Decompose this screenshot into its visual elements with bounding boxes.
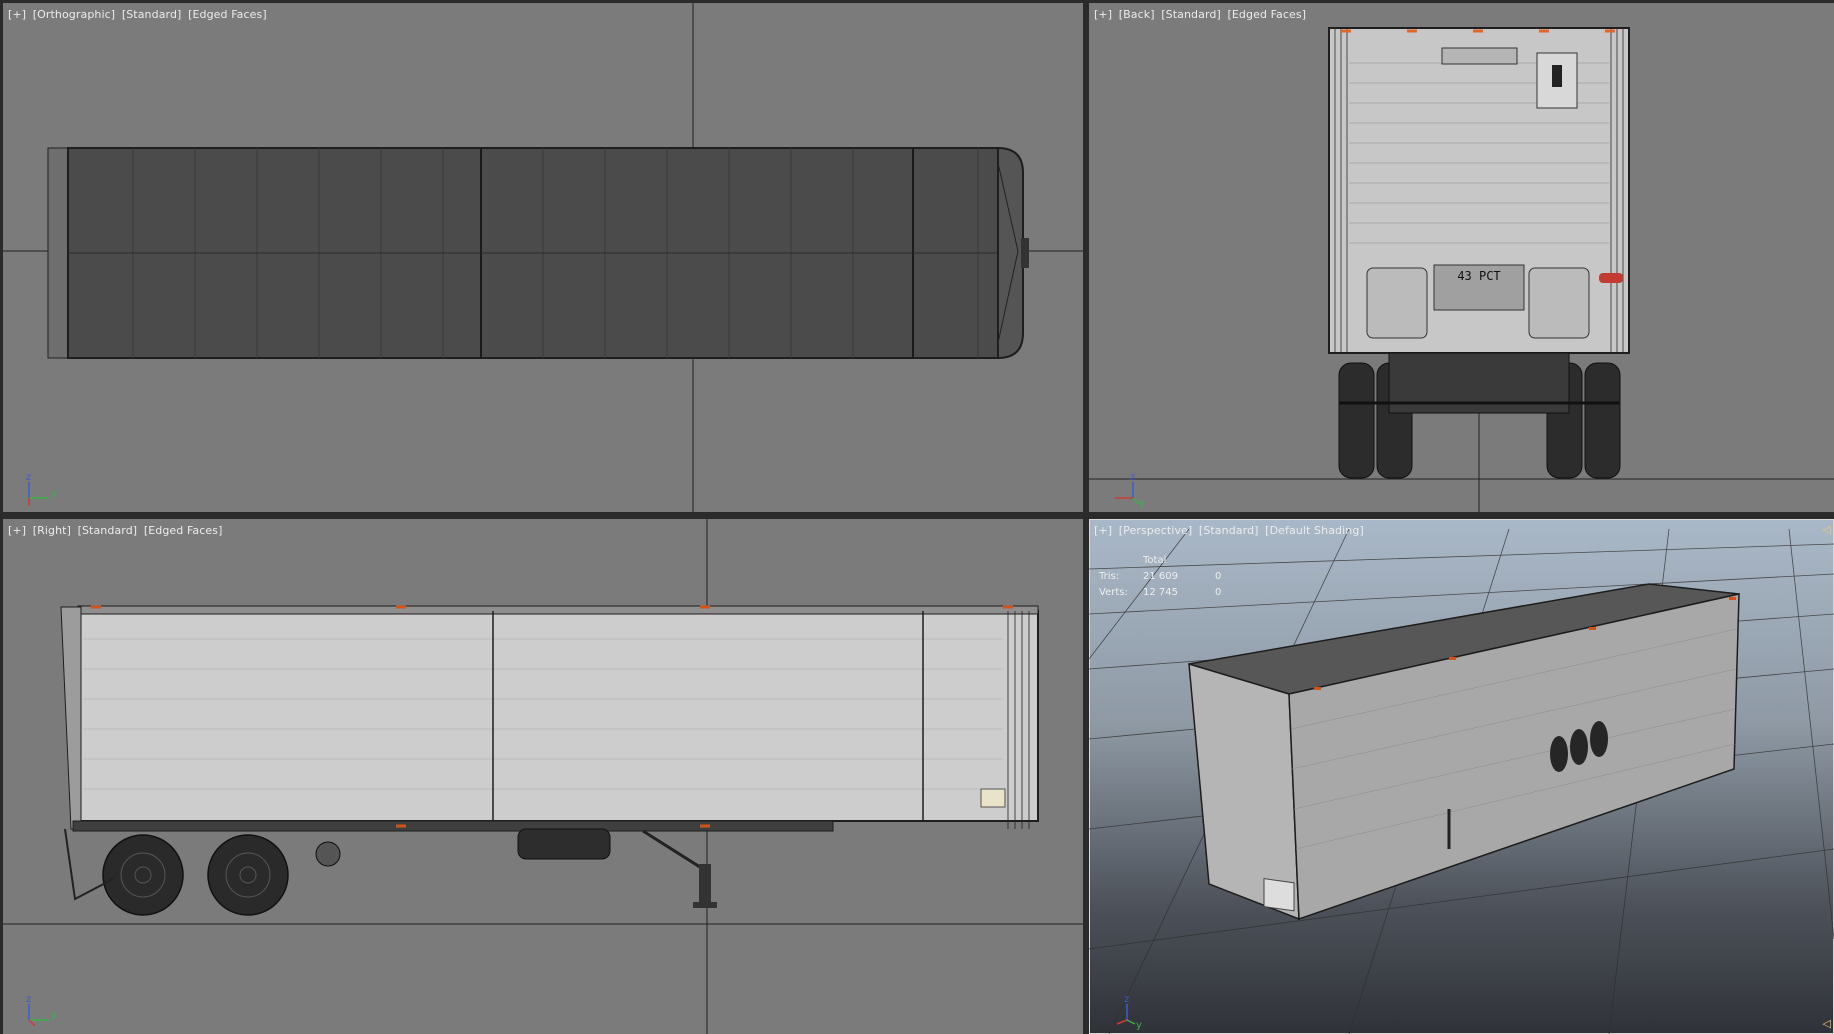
axis-gizmo: z y <box>23 990 63 1030</box>
viewport-perspective[interactable]: [+] [Perspective] [Standard] [Default Sh… <box>1089 519 1834 1034</box>
scene-statistics: Total Tris: 21 609 0 Verts: 12 745 0 <box>1099 552 1235 600</box>
trailer-side-view <box>3 519 1083 1034</box>
axis-a-label: z <box>26 472 31 483</box>
viewport-top-orthographic[interactable]: [+] [Orthographic] [Standard] [Edged Fac… <box>3 3 1083 512</box>
viewport-right[interactable]: [+] [Right] [Standard] [Edged Faces] z y <box>3 519 1083 1034</box>
axis-b-label: y <box>51 1010 57 1021</box>
viewport-shading-menu[interactable]: [Standard] <box>1199 524 1259 537</box>
stats-header: Total <box>1143 554 1167 566</box>
viewport-menu-plus[interactable]: [+] <box>1094 524 1112 537</box>
viewport-back[interactable]: [+] [Back] [Standard] [Edged Faces] 43 P… <box>1089 3 1834 512</box>
viewport-label: [+] [Perspective] [Standard] [Default Sh… <box>1094 524 1367 537</box>
stats-tris-selected: 0 <box>1215 570 1222 582</box>
stats-verts-selected: 0 <box>1215 586 1222 598</box>
stats-verts-value: 12 745 <box>1143 586 1178 598</box>
stats-verts-label: Verts: <box>1099 586 1128 598</box>
license-plate-text: 43 PCT <box>1457 269 1500 283</box>
trailer-top-view <box>3 3 1083 512</box>
axis-gizmo: z y <box>1109 990 1149 1031</box>
viewport-view-menu[interactable]: [Perspective] <box>1119 524 1193 537</box>
axis-a-label: z <box>1130 472 1135 483</box>
axis-b-label: y <box>1139 498 1145 508</box>
viewport-scroll-up-handle[interactable]: ◁ <box>1823 523 1831 536</box>
axis-gizmo: z y <box>23 468 63 508</box>
axis-b-label: y <box>51 488 57 499</box>
axis-a-label: z <box>1124 994 1129 1005</box>
axis-gizmo: z y <box>1109 468 1149 509</box>
axis-b-label: y <box>1136 1020 1142 1030</box>
stats-tris-label: Tris: <box>1099 570 1120 582</box>
stats-tris-value: 21 609 <box>1143 570 1178 582</box>
viewport-edge-menu[interactable]: [Default Shading] <box>1265 524 1364 537</box>
axis-a-label: z <box>26 994 31 1005</box>
trailer-back-view: 43 PCT <box>1089 27 1834 512</box>
viewport-scroll-down-handle[interactable]: ◁ <box>1823 1017 1831 1030</box>
